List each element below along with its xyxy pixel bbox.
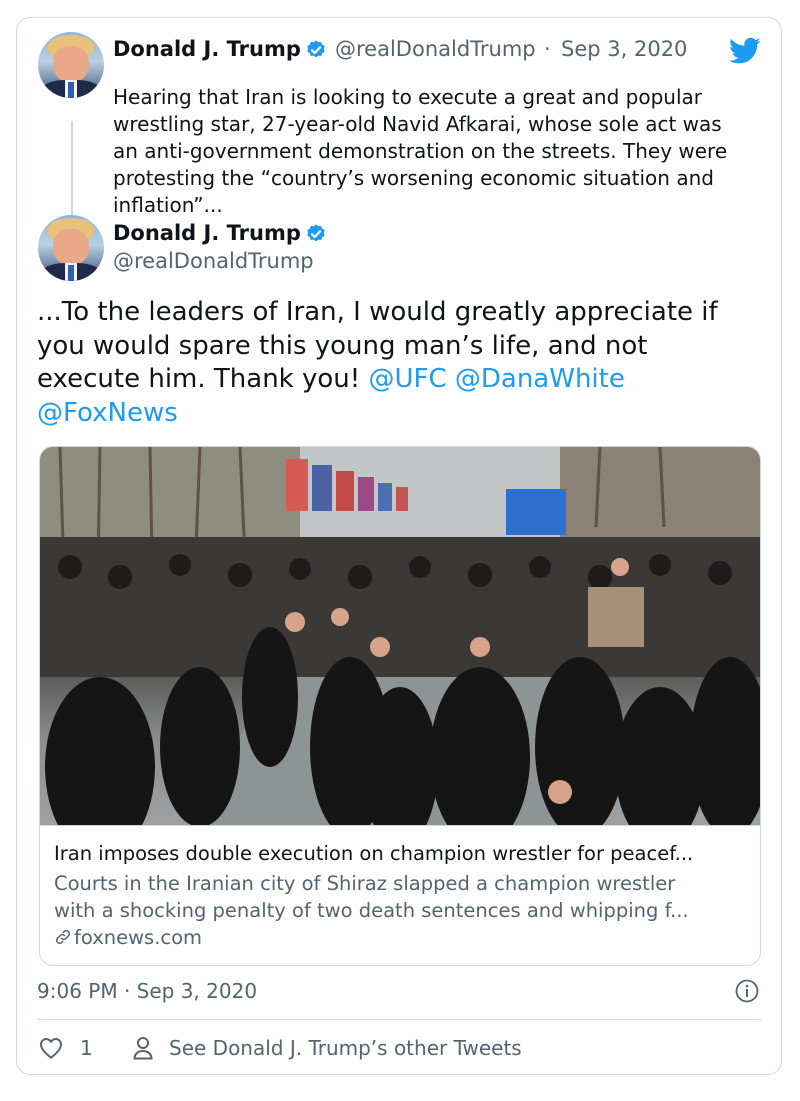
tweet-text-line: Hearing that Iran is looking to execute … bbox=[113, 85, 702, 109]
tweet-text-line: you would spare this young man’s life, a… bbox=[37, 330, 648, 361]
author-handle[interactable]: @realDonaldTrump bbox=[113, 249, 314, 273]
author-name[interactable]: Donald J. Trump bbox=[113, 221, 301, 245]
user-icon bbox=[133, 1037, 153, 1060]
see-other-tweets-link[interactable]: See Donald J. Trump’s other Tweets bbox=[169, 1036, 522, 1060]
link-description: Courts in the Iranian city of Shiraz sla… bbox=[54, 870, 744, 924]
tweet-text-line: @FoxNews bbox=[37, 397, 757, 431]
author-handle[interactable]: @realDonaldTrump bbox=[335, 37, 536, 61]
twitter-bird-icon[interactable] bbox=[729, 37, 761, 65]
crowd-protest-photo[interactable] bbox=[40, 447, 760, 825]
mention-link-foxnews[interactable]: @FoxNews bbox=[37, 398, 178, 428]
link-preview-body[interactable]: Iran imposes double execution on champio… bbox=[40, 825, 760, 965]
tweet-text-fragment: execute him. Thank you! bbox=[37, 364, 369, 394]
tweet-text-line: inflation”... bbox=[113, 193, 223, 217]
link-preview-card[interactable]: Iran imposes double execution on champio… bbox=[39, 446, 761, 966]
verified-badge-icon bbox=[307, 224, 325, 242]
tweet-text-line: an anti-government demonstration on the … bbox=[113, 139, 728, 163]
tweet-date[interactable]: Sep 3, 2020 bbox=[561, 37, 687, 61]
avatar[interactable] bbox=[38, 32, 104, 98]
tweet-text-line: wrestling star, 27-year-old Navid Afkara… bbox=[113, 112, 722, 136]
heart-icon[interactable] bbox=[39, 1037, 63, 1059]
like-count[interactable]: 1 bbox=[80, 1036, 93, 1060]
avatar[interactable] bbox=[38, 215, 104, 281]
info-icon[interactable] bbox=[735, 979, 759, 1003]
tweet-text: Hearing that Iran is looking to execute … bbox=[113, 84, 773, 219]
link-title[interactable]: Iran imposes double execution on champio… bbox=[54, 842, 754, 865]
tweet-text-line: ...To the leaders of Iran, I would great… bbox=[37, 297, 718, 327]
link-domain[interactable]: foxnews.com bbox=[54, 926, 202, 949]
photo-illustration bbox=[40, 447, 760, 825]
verified-badge-icon bbox=[307, 40, 325, 58]
link-description-line: with a shocking penalty of two death sen… bbox=[54, 899, 689, 922]
link-domain-text: foxnews.com bbox=[74, 926, 203, 949]
thread-connector-line bbox=[71, 121, 73, 225]
tweet-text-line: protesting the “country’s worsening econ… bbox=[113, 166, 714, 190]
tweet-text: ...To the leaders of Iran, I would great… bbox=[37, 296, 757, 430]
embedded-tweet-card: Donald J. Trump @realDonaldTrump · Sep 3… bbox=[16, 17, 782, 1075]
tweet-timestamp[interactable]: 9:06 PM · Sep 3, 2020 bbox=[37, 979, 257, 1003]
mention-link-ufc[interactable]: @UFC bbox=[368, 364, 446, 394]
link-description-line: Courts in the Iranian city of Shiraz sla… bbox=[54, 872, 676, 895]
mention-link-danawhite[interactable]: @DanaWhite bbox=[455, 364, 625, 394]
separator-dot: · bbox=[544, 37, 551, 61]
link-icon bbox=[55, 929, 71, 945]
tweet-text-line: execute him. Thank you! @UFC @DanaWhite bbox=[37, 363, 757, 397]
author-name[interactable]: Donald J. Trump bbox=[113, 37, 301, 61]
footer-divider bbox=[37, 1019, 761, 1020]
